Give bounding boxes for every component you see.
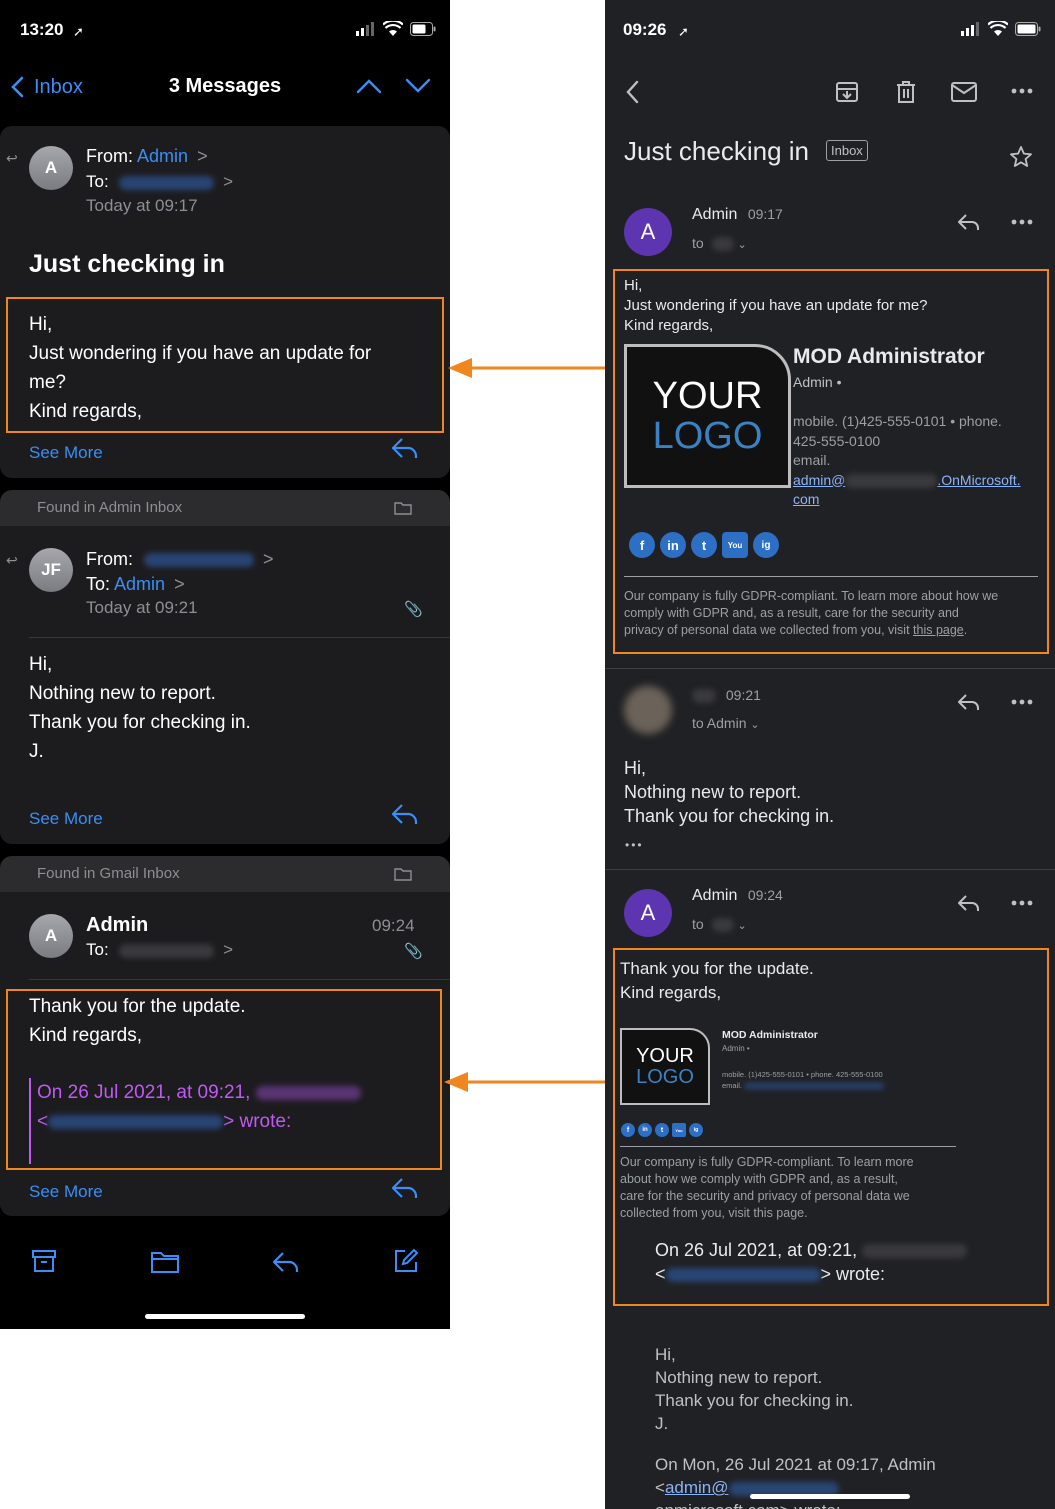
more-options-icon[interactable]	[1011, 699, 1033, 705]
to-line: To: >	[86, 172, 234, 191]
folder-icon	[394, 501, 412, 515]
sender-line: Admin 09:24	[692, 887, 783, 904]
status-time: 13:20	[20, 20, 64, 39]
divider	[29, 979, 450, 980]
reply-icon[interactable]	[957, 212, 981, 232]
signal-icon	[961, 22, 981, 36]
from-name: Admin	[86, 914, 149, 936]
quoted-email-link[interactable]: admin@	[665, 1478, 729, 1497]
archive-icon[interactable]	[835, 80, 859, 104]
found-in-label: Found in Gmail Inbox	[37, 865, 180, 882]
trash-icon[interactable]	[895, 80, 917, 104]
sender-line: 09:21	[692, 687, 761, 704]
reply-icon[interactable]	[390, 1176, 420, 1200]
message-card-2[interactable]: Found in Admin Inbox ↩ JF From: > To: Ad…	[0, 490, 450, 844]
chevron-right-icon: >	[197, 146, 208, 166]
subject-heading: Just checking in	[624, 136, 809, 166]
mail-icon[interactable]	[951, 82, 977, 102]
archive-icon[interactable]	[31, 1248, 57, 1274]
inbox-label-badge[interactable]: Inbox	[826, 140, 868, 161]
reply-icon[interactable]	[957, 893, 981, 913]
replied-icon: ↩	[6, 552, 18, 568]
attachment-icon: 📎	[404, 943, 423, 960]
found-in-bar: Found in Gmail Inbox	[0, 856, 450, 892]
date-line: Today at 09:17	[86, 196, 198, 215]
battery-icon	[1015, 22, 1041, 36]
avatar: A	[29, 914, 73, 958]
recipient-line[interactable]: to ⌄	[692, 235, 747, 252]
more-options-icon[interactable]	[1011, 219, 1033, 225]
reply-icon[interactable]	[390, 802, 420, 826]
back-arrow-icon[interactable]	[625, 80, 639, 104]
star-icon[interactable]	[1009, 145, 1033, 169]
wifi-icon	[988, 21, 1008, 37]
date-line: Today at 09:21	[86, 598, 198, 617]
highlight-box	[6, 297, 444, 433]
recipient-line[interactable]: to ⌄	[692, 916, 747, 933]
nav-title: 3 Messages	[168, 75, 282, 97]
from-name[interactable]: Admin	[137, 146, 188, 166]
to-name[interactable]: Admin	[114, 574, 165, 594]
from-line: From: Admin >	[86, 146, 208, 166]
chevron-right-icon: >	[263, 549, 274, 569]
gmail-screen: 09:26 ➚ Just checking in Inbox A Admin 0…	[605, 0, 1055, 1509]
home-indicator	[145, 1314, 305, 1319]
message-divider	[605, 668, 1055, 669]
sender-avatar: A	[624, 208, 672, 256]
see-more-link[interactable]: See More	[29, 809, 103, 829]
location-icon: ➚	[678, 24, 689, 39]
home-indicator	[750, 1494, 910, 1499]
found-in-label: Found in Admin Inbox	[37, 499, 183, 516]
chevron-down-icon: ⌄	[750, 719, 760, 731]
to-line: To: Admin >	[86, 574, 185, 594]
avatar: A	[29, 146, 73, 190]
attachment-icon: 📎	[404, 601, 423, 618]
chevron-down-icon[interactable]	[405, 78, 431, 94]
divider	[29, 637, 450, 638]
more-options-icon[interactable]	[1011, 88, 1033, 94]
reply-icon[interactable]	[957, 692, 981, 712]
sender-avatar	[624, 686, 672, 734]
message-divider	[605, 869, 1055, 870]
chevron-right-icon: >	[174, 574, 185, 594]
message-body: Hi, Nothing new to report. Thank you for…	[624, 758, 835, 826]
chevron-down-icon: ⌄	[737, 920, 747, 932]
reply-icon[interactable]	[390, 436, 420, 460]
chevron-up-icon[interactable]	[356, 78, 382, 94]
message-time: 09:24	[372, 916, 415, 935]
battery-icon	[410, 22, 436, 36]
found-in-bar: Found in Admin Inbox	[0, 490, 450, 526]
see-more-link[interactable]: See More	[29, 1182, 103, 1202]
quoted-header-2: On Mon, 26 Jul 2021 at 09:17, Admin <adm…	[655, 1455, 936, 1509]
replied-icon: ↩	[6, 150, 18, 166]
wifi-icon	[383, 21, 403, 37]
highlight-box	[613, 269, 1049, 654]
reply-icon[interactable]	[271, 1250, 301, 1274]
see-more-link[interactable]: See More	[29, 443, 103, 463]
sender-line: Admin 09:17	[692, 206, 783, 223]
chevron-right-icon: >	[223, 172, 234, 191]
quoted-body: Hi, Nothing new to report. Thank you for…	[655, 1345, 854, 1433]
show-trimmed-button[interactable]: •••	[625, 838, 644, 852]
chevron-down-icon: ⌄	[737, 239, 747, 251]
chevron-right-icon: >	[223, 940, 234, 959]
compose-icon[interactable]	[393, 1248, 419, 1274]
from-line: From: >	[86, 549, 274, 569]
folder-icon	[394, 867, 412, 881]
location-icon: ➚	[73, 24, 84, 39]
to-line: To: >	[86, 940, 234, 959]
ios-mail-screen: 13:20 ➚ Inbox 3 Messages ↩ A From: Admin…	[0, 0, 450, 1329]
folder-move-icon[interactable]	[150, 1250, 180, 1274]
sender-avatar: A	[624, 889, 672, 937]
more-options-icon[interactable]	[1011, 900, 1033, 906]
subject-heading: Just checking in	[29, 250, 225, 278]
signal-icon	[356, 22, 376, 36]
highlight-box	[613, 948, 1049, 1306]
message-body: Hi, Nothing new to report. Thank you for…	[29, 654, 251, 762]
status-time: 09:26	[623, 20, 667, 39]
avatar: JF	[29, 548, 73, 592]
highlight-box	[6, 989, 442, 1170]
recipient-line[interactable]: to Admin ⌄	[692, 715, 760, 731]
